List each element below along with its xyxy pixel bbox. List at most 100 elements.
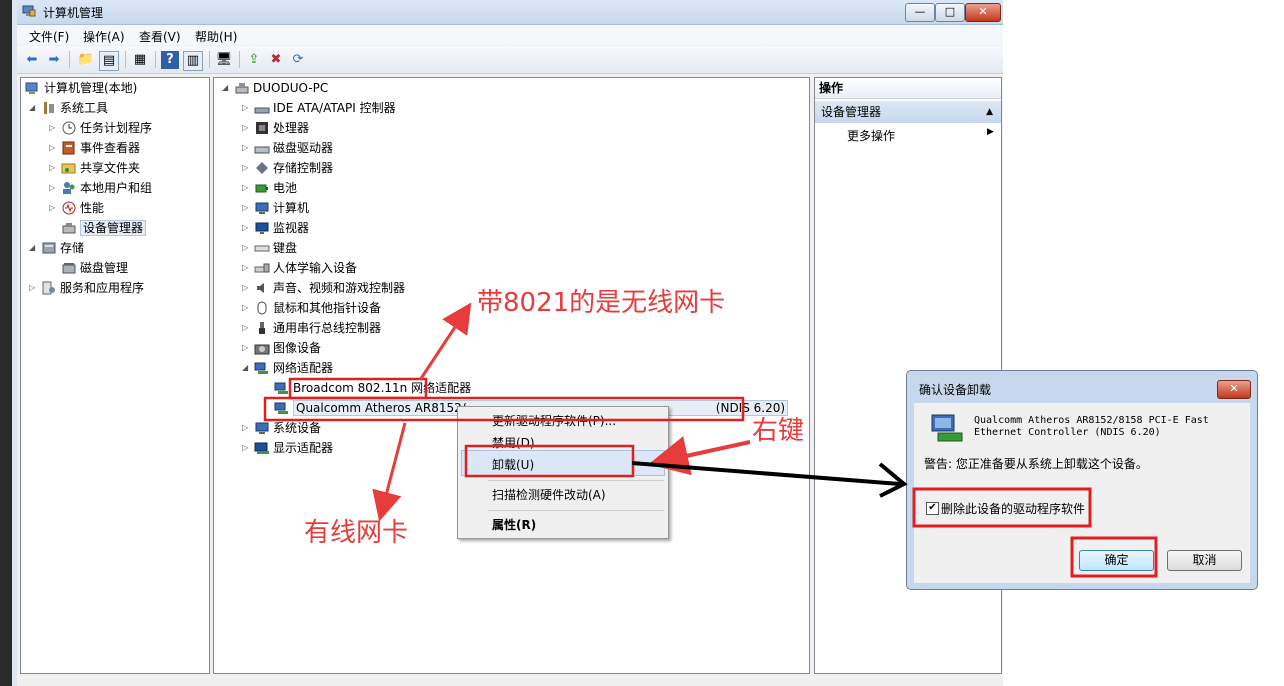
tree-label-local-users: 本地用户和组 [80, 181, 153, 195]
menu-file[interactable]: 文件(F) [29, 28, 69, 45]
device-category-monitor[interactable]: ▷ 监视器 [242, 219, 309, 237]
tree-item-disk-management[interactable]: 磁盘管理 [59, 259, 128, 277]
tree-item-system-tools[interactable]: ◢ 系统工具 [29, 99, 108, 117]
collapse-arrow-icon[interactable]: ◢ [29, 99, 39, 117]
device-category-hid[interactable]: ▷ 人体学输入设备 [242, 259, 357, 277]
minimize-button[interactable]: — [905, 3, 935, 22]
expand-arrow-icon[interactable]: ▷ [49, 119, 59, 137]
expand-arrow-icon[interactable]: ▷ [242, 199, 252, 217]
expand-arrow-icon[interactable]: ▷ [242, 419, 252, 437]
device-label-storage-controller: 存储控制器 [273, 161, 334, 175]
tree-item-local-users[interactable]: ▷ 本地用户和组 [49, 179, 152, 197]
show-tree-icon[interactable]: ▤ [99, 51, 119, 71]
collapse-up-icon[interactable]: ▲ [980, 101, 993, 123]
close-button[interactable]: ✕ [965, 3, 1001, 22]
device-category-computer[interactable]: ▷ 计算机 [242, 199, 309, 217]
expand-arrow-icon[interactable]: ▷ [49, 179, 59, 197]
device-category-network[interactable]: ◢ 网络适配器 [242, 359, 333, 377]
menu-properties[interactable]: 属性(R) [492, 516, 536, 533]
device-tree-root[interactable]: ◢ DUODUO-PC [222, 79, 328, 97]
collapse-arrow-icon[interactable]: ◢ [29, 239, 39, 257]
expand-arrow-icon[interactable]: ▷ [242, 119, 252, 137]
device-category-system[interactable]: ▷ 系统设备 [242, 419, 321, 437]
tree-item-shared-folders[interactable]: ▷ 共享文件夹 [49, 159, 140, 177]
expand-arrow-icon[interactable]: ▷ [242, 259, 252, 277]
properties-icon[interactable]: ▦ [131, 51, 149, 69]
expand-arrow-icon[interactable]: ▷ [242, 179, 252, 197]
tree-item-performance[interactable]: ▷ 性能 [49, 199, 104, 217]
back-icon[interactable]: ⬅ [23, 51, 41, 69]
menu-view[interactable]: 查看(V) [139, 28, 181, 45]
expand-arrow-icon[interactable]: ▷ [242, 339, 252, 357]
more-actions-link[interactable]: 更多操作 [847, 127, 895, 144]
expand-arrow-icon[interactable]: ▷ [49, 199, 59, 217]
device-item-broadcom[interactable]: Broadcom 802.11n 网络适配器 [272, 379, 471, 397]
up-folder-icon[interactable]: 📁 [77, 51, 95, 69]
expand-arrow-icon[interactable]: ▷ [242, 279, 252, 297]
menu-disable[interactable]: 禁用(D) [492, 434, 535, 451]
actions-section-device-manager[interactable]: 设备管理器 ▲ [815, 101, 1001, 123]
menu-scan-hardware[interactable]: 扫描检测硬件改动(A) [492, 486, 606, 503]
device-category-imaging[interactable]: ▷ 图像设备 [242, 339, 321, 357]
tree-item-root[interactable]: 计算机管理(本地) [23, 79, 137, 97]
device-category-disk[interactable]: ▷ 磁盘驱动器 [242, 139, 333, 157]
device-category-ide[interactable]: ▷ IDE ATA/ATAPI 控制器 [242, 99, 396, 117]
menu-separator [488, 510, 664, 511]
device-category-battery[interactable]: ▷ 电池 [242, 179, 297, 197]
uninstall-icon[interactable]: ✖ [267, 51, 285, 69]
dialog-close-button[interactable]: ✕ [1217, 380, 1251, 399]
menu-update-driver[interactable]: 更新驱动程序软件(P)... [492, 412, 616, 429]
expand-arrow-icon[interactable]: ▷ [242, 219, 252, 237]
collapse-arrow-icon[interactable]: ◢ [242, 359, 252, 377]
network-adapter-icon [274, 381, 290, 395]
scan-hardware-icon[interactable]: 🖥 [215, 51, 233, 69]
tree-label-services-apps: 服务和应用程序 [60, 281, 145, 295]
device-category-display[interactable]: ▷ 显示适配器 [242, 439, 333, 457]
cancel-button[interactable]: 取消 [1167, 550, 1242, 571]
ok-button[interactable]: 确定 [1079, 550, 1154, 571]
expand-arrow-icon[interactable]: ▷ [242, 159, 252, 177]
device-category-processor[interactable]: ▷ 处理器 [242, 119, 309, 137]
update-driver-icon[interactable]: ⇪ [245, 51, 263, 69]
maximize-button[interactable]: □ [935, 3, 965, 22]
menu-help[interactable]: 帮助(H) [195, 28, 237, 45]
forward-icon[interactable]: ➡ [45, 51, 63, 69]
menu-uninstall[interactable]: 卸载(U) [492, 456, 534, 473]
tree-item-task-scheduler[interactable]: ▷ 任务计划程序 [49, 119, 152, 137]
collapse-arrow-icon[interactable]: ◢ [222, 79, 232, 97]
expand-arrow-icon[interactable]: ▷ [49, 159, 59, 177]
tree-item-storage[interactable]: ◢ 存储 [29, 239, 84, 257]
device-category-keyboard[interactable]: ▷ 键盘 [242, 239, 297, 257]
computer-management-icon [22, 5, 36, 17]
expand-arrow-icon[interactable]: ▷ [242, 439, 252, 457]
device-label-mouse: 鼠标和其他指针设备 [273, 301, 382, 315]
device-category-storage-controller[interactable]: ▷ 存储控制器 [242, 159, 333, 177]
expand-arrow-icon[interactable]: ▷ [242, 99, 252, 117]
delete-driver-checkbox[interactable]: ✔ [926, 502, 939, 515]
computer-management-window: 计算机管理 — □ ✕ 文件(F) 操作(A) 查看(V) 帮助(H) ⬅ ➡ … [17, 0, 1003, 686]
computer-management-icon [25, 81, 41, 95]
expand-arrow-icon[interactable]: ▷ [242, 299, 252, 317]
action-pane-icon[interactable]: ▥ [183, 51, 203, 71]
toolbar-separator [69, 51, 70, 68]
expand-arrow-icon[interactable]: ▷ [49, 139, 59, 157]
delete-driver-checkbox-label[interactable]: 删除此设备的驱动程序软件 [941, 500, 1085, 517]
tree-item-services-apps[interactable]: ▷ 服务和应用程序 [29, 279, 144, 297]
enable-device-icon[interactable]: ⟳ [289, 51, 307, 69]
ide-controller-icon [254, 101, 270, 115]
disk-drive-icon [254, 141, 270, 155]
expand-arrow-icon[interactable]: ▷ [242, 139, 252, 157]
device-category-mouse[interactable]: ▷ 鼠标和其他指针设备 [242, 299, 381, 317]
menu-action[interactable]: 操作(A) [83, 28, 125, 45]
menu-separator [488, 480, 664, 481]
device-category-usb[interactable]: ▷ 通用串行总线控制器 [242, 319, 381, 337]
title-bar[interactable]: 计算机管理 — □ ✕ [17, 0, 1003, 25]
tree-item-device-manager[interactable]: 设备管理器 [59, 219, 147, 237]
tree-item-event-viewer[interactable]: ▷ 事件查看器 [49, 139, 140, 157]
help-icon[interactable]: ? [161, 51, 179, 69]
expand-arrow-icon[interactable]: ▷ [242, 239, 252, 257]
device-label-usb: 通用串行总线控制器 [273, 321, 382, 335]
expand-arrow-icon[interactable]: ▷ [29, 279, 39, 297]
device-category-sound[interactable]: ▷ 声音、视频和游戏控制器 [242, 279, 405, 297]
expand-arrow-icon[interactable]: ▷ [242, 319, 252, 337]
